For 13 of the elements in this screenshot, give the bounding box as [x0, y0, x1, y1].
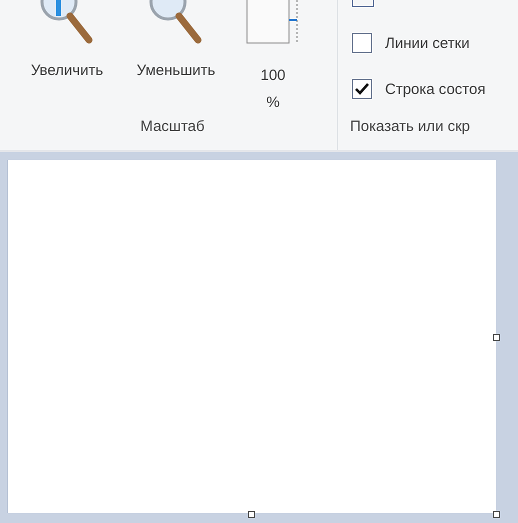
ribbon-button[interactable]: Увеличить — [14, 0, 120, 118]
ribbon-button[interactable]: 100 % — [250, 0, 296, 118]
resize-handle[interactable] — [493, 511, 500, 518]
checkbox-label: Строка состоя — [385, 80, 486, 98]
ribbon-button[interactable]: Уменьшить — [120, 0, 232, 118]
cut-off-frame — [352, 0, 374, 7]
resize-handle[interactable] — [248, 511, 255, 518]
group-label: Масштаб — [139, 118, 206, 135]
resize-handle[interactable] — [493, 334, 500, 341]
checkbox[interactable] — [352, 33, 372, 53]
group-label: Показать или скр — [350, 118, 472, 135]
checkbox-label: Линии сетки — [385, 34, 470, 52]
checkbox[interactable] — [352, 79, 372, 99]
